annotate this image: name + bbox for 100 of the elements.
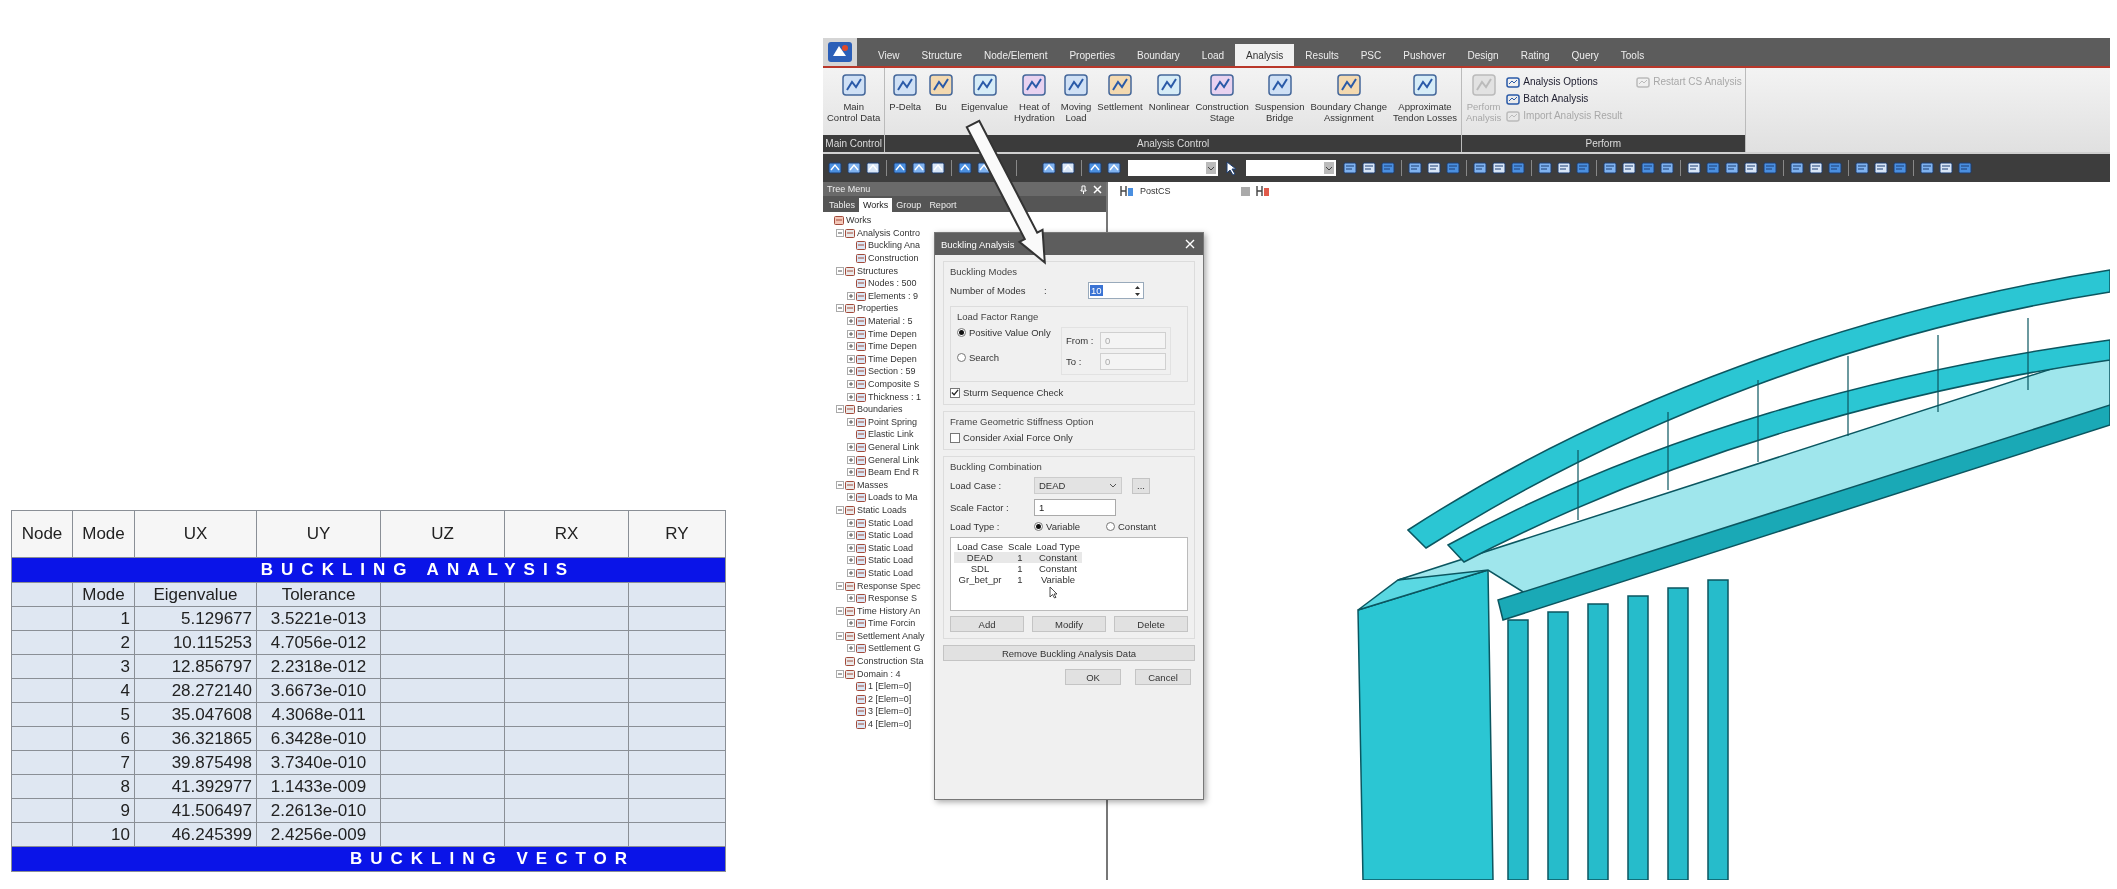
- menu-tab[interactable]: Load: [1190, 44, 1236, 66]
- tool-icon[interactable]: [1556, 160, 1572, 176]
- tool-icon[interactable]: [930, 160, 946, 176]
- expand-icon[interactable]: [847, 568, 855, 577]
- expand-icon[interactable]: [847, 354, 855, 363]
- tool-icon[interactable]: [957, 160, 973, 176]
- ribbon-button[interactable]: Boundary Change Assignment: [1307, 71, 1391, 123]
- view-icon[interactable]: [1255, 185, 1270, 197]
- menu-tab[interactable]: Node/Element: [973, 44, 1059, 66]
- tool-icon[interactable]: [911, 160, 927, 176]
- tool-icon[interactable]: [1407, 160, 1423, 176]
- dialog-button[interactable]: Cancel: [1135, 669, 1191, 685]
- tree-item[interactable]: Static Load: [868, 542, 914, 553]
- tree-item[interactable]: Static Load: [868, 555, 914, 566]
- tool-icon[interactable]: [1342, 160, 1358, 176]
- tree-item[interactable]: Thickness : 1: [868, 391, 922, 402]
- tool-icon[interactable]: [1621, 160, 1637, 176]
- tree-item[interactable]: Section : 59: [868, 366, 916, 377]
- tree-item[interactable]: Boundaries: [857, 404, 903, 415]
- tree-item[interactable]: General Link: [868, 442, 920, 452]
- tree-item[interactable]: Buckling Ana: [868, 240, 921, 251]
- tool-icon[interactable]: [1472, 160, 1488, 176]
- ribbon-button[interactable]: Main Control Data: [824, 71, 884, 123]
- expand-icon[interactable]: [847, 493, 855, 502]
- dropdown-field[interactable]: [1128, 160, 1218, 176]
- ribbon-button[interactable]: Bu: [924, 71, 959, 112]
- tree-item[interactable]: Elastic Link: [868, 429, 914, 440]
- tree-item[interactable]: Works: [846, 215, 872, 226]
- tool-icon[interactable]: [1808, 160, 1824, 176]
- expand-icon[interactable]: [847, 644, 855, 653]
- collapse-icon[interactable]: [836, 405, 844, 414]
- ribbon-button[interactable]: Batch Analysis: [1504, 90, 1625, 107]
- menu-tab[interactable]: Tools: [1609, 44, 1656, 66]
- radio-indicator[interactable]: [957, 328, 966, 337]
- tool-icon[interactable]: [1491, 160, 1507, 176]
- tree-item[interactable]: Static Load: [868, 567, 914, 578]
- menu-tab[interactable]: Results: [1294, 44, 1350, 66]
- radio-button[interactable]: Search: [957, 352, 1053, 363]
- tree-item[interactable]: Time Depen: [868, 341, 917, 352]
- tree-item[interactable]: Analysis Contro: [857, 227, 921, 238]
- expand-icon[interactable]: [847, 443, 855, 451]
- tree-item[interactable]: Construction Sta: [857, 656, 924, 667]
- menu-tab[interactable]: Structure: [910, 44, 974, 66]
- panel-tab[interactable]: Tables: [825, 198, 859, 212]
- menu-tab[interactable]: Pushover: [1392, 44, 1457, 66]
- ribbon-button[interactable]: P-Delta: [886, 71, 925, 112]
- expand-icon[interactable]: [847, 342, 855, 351]
- input-field[interactable]: 1: [1034, 499, 1116, 516]
- tree-item[interactable]: Properties: [857, 303, 899, 314]
- dialog-button[interactable]: Remove Buckling Analysis Data: [943, 645, 1195, 661]
- radio-button[interactable]: Variable: [1034, 521, 1102, 532]
- close-icon[interactable]: [1093, 184, 1102, 194]
- view-name[interactable]: PostCS: [1140, 186, 1171, 196]
- tree-item[interactable]: Settlement Analy: [857, 630, 925, 641]
- checkbox-indicator[interactable]: [950, 387, 960, 398]
- tree-item[interactable]: Loads to Ma: [868, 492, 918, 503]
- menu-tab[interactable]: Rating: [1509, 44, 1561, 66]
- app-logo-icon[interactable]: [823, 38, 857, 66]
- menu-tab[interactable]: PSC: [1349, 44, 1393, 66]
- ribbon-button[interactable]: Heat of Hydration: [1011, 71, 1058, 123]
- collapse-icon[interactable]: [836, 266, 844, 275]
- tool-icon[interactable]: [1789, 160, 1805, 176]
- expand-icon[interactable]: [847, 468, 855, 477]
- expand-icon[interactable]: [847, 556, 855, 565]
- dialog-button[interactable]: Modify: [1032, 616, 1106, 632]
- expand-icon[interactable]: [847, 291, 855, 300]
- list-row[interactable]: DEAD 1 Constant: [954, 552, 1082, 563]
- tool-icon[interactable]: [1361, 160, 1377, 176]
- panel-tab[interactable]: Report: [925, 198, 961, 212]
- tree-item[interactable]: Nodes : 500: [868, 278, 917, 289]
- tree-item[interactable]: Domain : 4: [857, 668, 901, 679]
- ribbon-button[interactable]: Nonlinear: [1145, 71, 1193, 112]
- pin-icon[interactable]: [1079, 184, 1088, 194]
- view-option-button[interactable]: [1240, 186, 1250, 196]
- collapse-icon[interactable]: [836, 480, 844, 489]
- expand-icon[interactable]: [847, 531, 855, 540]
- radio-button[interactable]: Positive Value Only: [957, 327, 1053, 338]
- expand-icon[interactable]: [847, 455, 855, 464]
- expand-icon[interactable]: [847, 392, 855, 401]
- tree-item[interactable]: Time History An: [857, 605, 921, 616]
- tool-icon[interactable]: [1537, 160, 1553, 176]
- dropdown-field[interactable]: DEAD: [1034, 477, 1122, 494]
- tool-icon[interactable]: [827, 160, 843, 176]
- tool-icon[interactable]: [1106, 160, 1122, 176]
- tool-icon[interactable]: [846, 160, 862, 176]
- expand-icon[interactable]: [847, 380, 855, 388]
- expand-icon[interactable]: [847, 518, 855, 527]
- tree-item[interactable]: Static Load: [868, 517, 914, 528]
- tree-item[interactable]: Static Load: [868, 530, 914, 541]
- menu-tab[interactable]: Properties: [1058, 44, 1127, 66]
- ribbon-button[interactable]: Eigenvalue: [958, 71, 1012, 112]
- panel-tab[interactable]: Group: [892, 198, 926, 212]
- tree-item[interactable]: Settlement G: [868, 643, 921, 654]
- tool-icon[interactable]: [1938, 160, 1954, 176]
- number-spinner[interactable]: 10: [1088, 282, 1144, 299]
- panel-tab[interactable]: Works: [859, 198, 893, 212]
- collapse-icon[interactable]: [836, 669, 844, 678]
- radio-indicator[interactable]: [957, 353, 966, 362]
- ribbon-button[interactable]: Construction Stage: [1192, 71, 1252, 123]
- radio-indicator[interactable]: [1106, 522, 1115, 531]
